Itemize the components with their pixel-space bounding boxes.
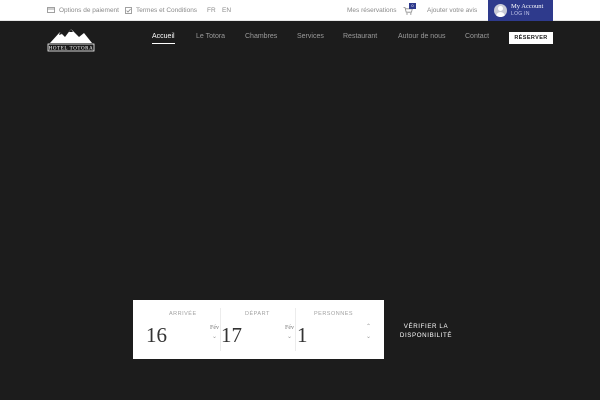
avatar-icon	[494, 4, 507, 17]
arrival-month[interactable]: Fév	[210, 325, 219, 331]
departure-label: DÉPART	[245, 311, 270, 317]
divider	[295, 308, 296, 351]
nav-le-totora[interactable]: Le Totora	[196, 33, 225, 40]
nav-contact[interactable]: Contact	[465, 33, 489, 40]
booking-widget: ARRIVÉE 16 Fév ⌄ DÉPART 17 Fév ⌄ PERSONN…	[133, 300, 384, 359]
checkbox-icon	[125, 6, 132, 14]
check-availability-line1: VÉRIFIER LA	[403, 323, 449, 330]
departure-chevron-down-icon[interactable]: ⌄	[287, 333, 292, 340]
my-account-button[interactable]: My Account LOG IN	[488, 0, 553, 21]
departure-month[interactable]: Fév	[285, 325, 294, 331]
payment-options-label: Options de paiement	[59, 7, 119, 14]
nav-accueil[interactable]: Accueil	[152, 33, 175, 40]
login-label: LOG IN	[511, 11, 530, 17]
nav-chambres[interactable]: Chambres	[245, 33, 277, 40]
logo-text: HOTEL TOTORA	[49, 47, 94, 52]
persons-label: PERSONNES	[314, 311, 354, 317]
nav-restaurant[interactable]: Restaurant	[343, 33, 377, 40]
hotel-logo[interactable]: HOTEL TOTORA	[46, 26, 96, 52]
lang-en[interactable]: EN	[222, 0, 231, 21]
persons-chevron-down-icon[interactable]: ⌄	[366, 333, 371, 340]
nav-active-indicator	[152, 43, 175, 44]
departure-day[interactable]: 17	[221, 323, 242, 348]
nav-services[interactable]: Services	[297, 33, 324, 40]
check-availability-line2: DISPONIBILITÉ	[399, 332, 453, 339]
lang-fr[interactable]: FR	[207, 0, 216, 21]
terms-link[interactable]: Termes et Conditions	[125, 0, 197, 21]
reserve-button[interactable]: RÉSERVER	[509, 32, 553, 44]
nav-autour-de-nous[interactable]: Autour de nous	[398, 33, 445, 40]
add-review-link[interactable]: Ajouter votre avis	[427, 0, 477, 21]
persons-value[interactable]: 1	[297, 323, 308, 348]
persons-chevron-up-icon[interactable]: ⌃	[366, 323, 371, 330]
arrival-chevron-down-icon[interactable]: ⌄	[212, 333, 217, 340]
account-title: My Account	[511, 3, 544, 10]
arrival-day[interactable]: 16	[146, 323, 167, 348]
top-bar: Options de paiement Termes et Conditions…	[0, 0, 600, 21]
arrival-label: ARRIVÉE	[169, 311, 197, 317]
credit-card-icon	[47, 7, 55, 14]
check-availability-button[interactable]: VÉRIFIER LA DISPONIBILITÉ	[396, 322, 456, 340]
terms-label: Termes et Conditions	[136, 7, 198, 14]
my-reservations-link[interactable]: Mes réservations	[347, 0, 397, 21]
payment-options-link[interactable]: Options de paiement	[47, 0, 119, 21]
cart-count-badge: 0	[409, 3, 416, 9]
